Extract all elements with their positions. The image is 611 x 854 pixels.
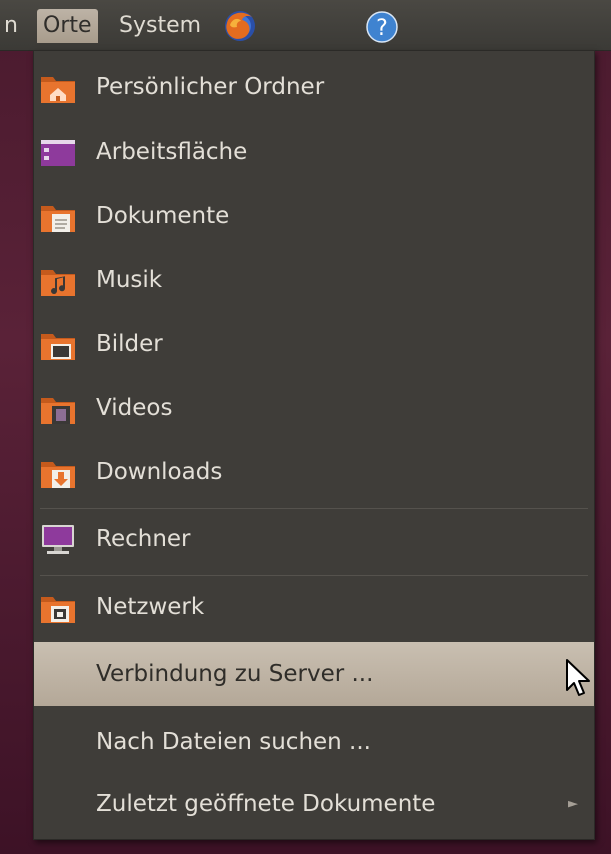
menu-item-home[interactable]: Persönlicher Ordner [34,57,594,117]
downloads-folder-icon [41,462,75,488]
menu-separator [40,575,588,576]
firefox-icon[interactable] [223,9,257,43]
menu-item-documents[interactable]: Dokumente [34,186,594,246]
mouse-cursor-icon [566,659,590,696]
places-menu: Persönlicher Ordner Arbeitsfläche Dokume… [33,50,595,840]
menu-item-pictures[interactable]: Bilder [34,314,594,374]
menu-item-label: Rechner [96,526,191,552]
menu-item-label: Downloads [96,459,223,485]
menu-item-label: Nach Dateien suchen ... [96,729,371,755]
panel-menu-applications-partial[interactable]: n [4,9,18,43]
panel-menu-places[interactable]: Orte [37,9,98,43]
menu-item-network[interactable]: Netzwerk [34,577,594,637]
menu-item-label: Netzwerk [96,594,205,620]
menu-item-downloads[interactable]: Downloads [34,442,594,502]
computer-icon [42,525,74,554]
videos-folder-icon [41,398,75,424]
network-folder-icon [41,597,75,623]
menu-item-computer[interactable]: Rechner [34,509,594,569]
menu-item-recent-documents[interactable]: Zuletzt geöffnete Dokumente ► [34,774,594,834]
documents-folder-icon [41,206,75,232]
menu-item-label: Bilder [96,331,163,357]
menu-item-connect-to-server[interactable]: Verbindung zu Server ... [34,642,594,706]
submenu-arrow-icon: ► [568,796,578,812]
desktop-icon [41,140,75,166]
top-panel: n Orte System ? [0,0,611,51]
menu-item-label: Musik [96,267,163,293]
menu-item-label: Dokumente [96,203,230,229]
menu-item-music[interactable]: Musik [34,250,594,310]
home-folder-icon [41,77,75,103]
menu-item-label: Arbeitsfläche [96,139,248,165]
menu-item-desktop[interactable]: Arbeitsfläche [34,122,594,182]
menu-item-label: Verbindung zu Server ... [96,661,374,687]
menu-item-label: Zuletzt geöffnete Dokumente [96,791,436,817]
menu-item-search-files[interactable]: Nach Dateien suchen ... [34,712,594,772]
pictures-folder-icon [41,334,75,360]
panel-menu-system[interactable]: System [119,9,201,43]
help-icon[interactable]: ? [365,10,399,44]
svg-text:?: ? [376,16,388,41]
menu-item-videos[interactable]: Videos [34,378,594,438]
menu-item-label: Videos [96,395,173,421]
menu-item-label: Persönlicher Ordner [96,74,325,100]
music-folder-icon [41,270,75,296]
